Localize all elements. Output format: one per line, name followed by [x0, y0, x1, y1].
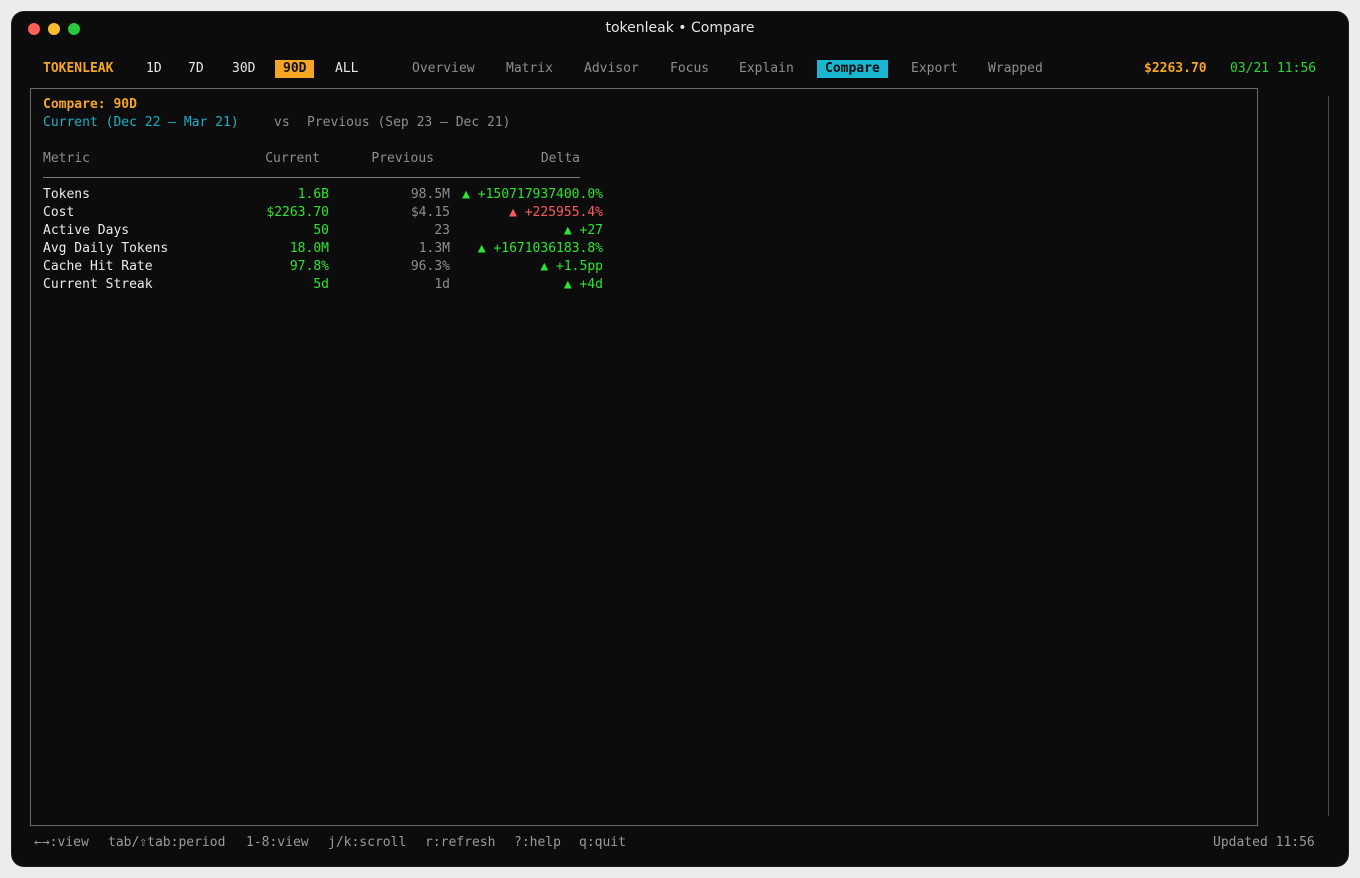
period-1d[interactable]: 1D — [146, 60, 162, 78]
period-all[interactable]: ALL — [335, 60, 358, 78]
total-cost: $2263.70 — [1144, 61, 1207, 76]
current-datetime: 03/21 11:56 — [1230, 61, 1317, 76]
tab-focus[interactable]: Focus — [670, 60, 709, 78]
delta-value: ▲ +4d — [563, 277, 603, 292]
compare-title: Compare: 90D — [43, 97, 137, 112]
current-value: 18.0M — [289, 241, 329, 256]
vs-label: vs — [274, 115, 290, 130]
hint-view-arrows: ←→:view — [34, 835, 89, 850]
metric-name: Cost — [43, 205, 75, 220]
tab-matrix[interactable]: Matrix — [506, 60, 553, 78]
previous-range: Previous (Sep 23 – Dec 21) — [307, 115, 511, 130]
previous-value: 23 — [434, 223, 450, 238]
current-value: 50 — [313, 223, 329, 238]
delta-value: ▲ +27 — [563, 223, 603, 238]
previous-value: $4.15 — [410, 205, 450, 220]
previous-value: 96.3% — [410, 259, 450, 274]
current-value: 97.8% — [289, 259, 329, 274]
tab-explain[interactable]: Explain — [739, 60, 794, 78]
column-header-metric: Metric — [43, 151, 90, 166]
column-header-delta: Delta — [540, 151, 580, 166]
window-title: tokenleak • Compare — [605, 20, 755, 36]
delta-value: ▲ +1671036183.8% — [477, 241, 603, 256]
current-value: 5d — [313, 277, 329, 292]
hint-refresh: r:refresh — [425, 835, 496, 850]
hint-quit: q:quit — [579, 835, 626, 850]
tab-advisor[interactable]: Advisor — [584, 60, 639, 78]
metric-name: Cache Hit Rate — [43, 259, 153, 274]
hint-view-numbers: 1-8:view — [246, 835, 309, 850]
header-divider — [43, 177, 580, 178]
tab-wrapped[interactable]: Wrapped — [988, 60, 1043, 78]
hint-period: tab/⇧tab:period — [108, 835, 226, 850]
column-header-current: Current — [265, 151, 320, 166]
terminal-window: tokenleak • Compare TOKENLEAK 1D 7D 30D … — [12, 12, 1348, 866]
period-90d[interactable]: 90D — [275, 60, 315, 78]
metric-name: Active Days — [43, 223, 130, 238]
previous-value: 98.5M — [410, 187, 450, 202]
period-30d[interactable]: 30D — [232, 60, 255, 78]
hint-help: ?:help — [514, 835, 561, 850]
metric-name: Tokens — [43, 187, 90, 202]
tab-overview[interactable]: Overview — [412, 60, 475, 78]
tab-compare[interactable]: Compare — [817, 60, 888, 78]
delta-value: ▲ +225955.4% — [509, 205, 603, 220]
previous-value: 1.3M — [418, 241, 450, 256]
current-value: 1.6B — [297, 187, 329, 202]
current-range: Current (Dec 22 – Mar 21) — [43, 115, 239, 130]
period-7d[interactable]: 7D — [188, 60, 204, 78]
current-value: $2263.70 — [266, 205, 329, 220]
tab-export[interactable]: Export — [911, 60, 958, 78]
delta-value: ▲ +1.5pp — [540, 259, 603, 274]
app-brand: TOKENLEAK — [43, 61, 114, 76]
metric-name: Avg Daily Tokens — [43, 241, 169, 256]
previous-value: 1d — [434, 277, 450, 292]
column-header-previous: Previous — [371, 151, 434, 166]
scrollbar-track[interactable] — [1328, 96, 1329, 816]
hint-scroll: j/k:scroll — [328, 835, 407, 850]
title-bar: tokenleak • Compare — [12, 12, 1348, 46]
delta-value: ▲ +150717937400.0% — [462, 187, 603, 202]
updated-time: Updated 11:56 — [1213, 835, 1315, 850]
metric-name: Current Streak — [43, 277, 153, 292]
